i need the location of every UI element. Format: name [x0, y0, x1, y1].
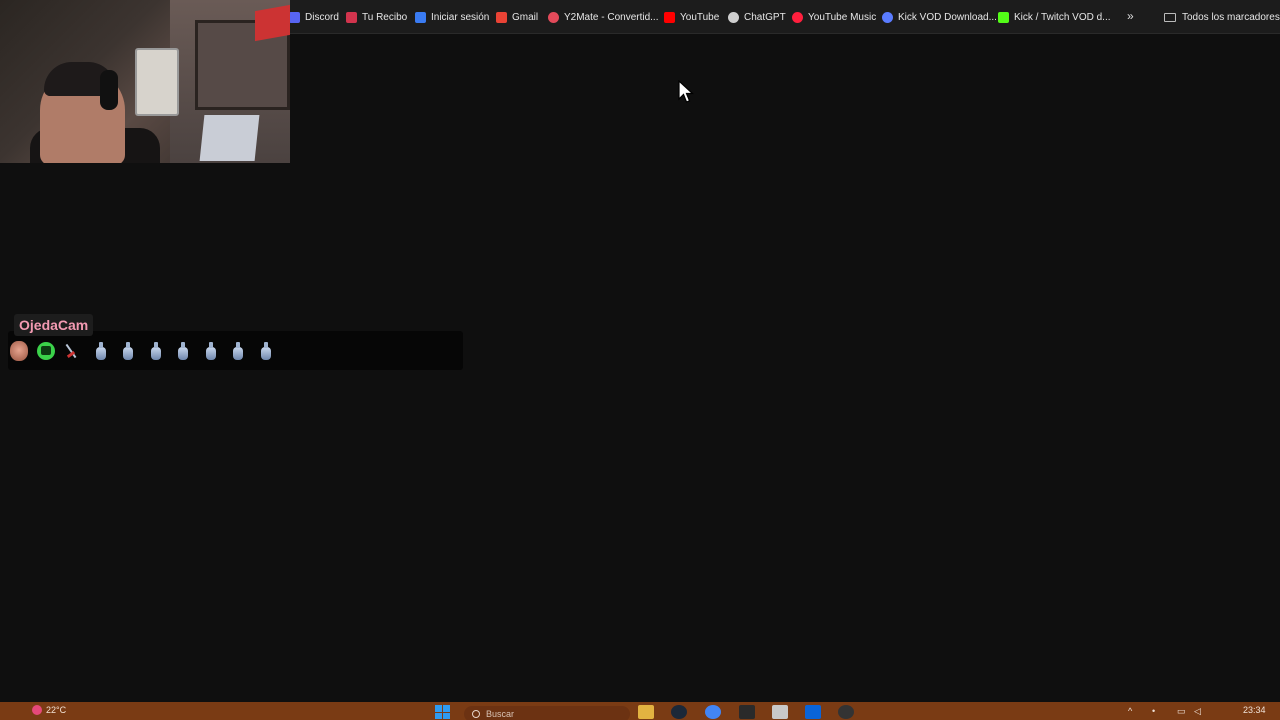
windows-logo-icon [443, 705, 450, 712]
tray-chevron-icon[interactable]: ^ [1128, 706, 1132, 716]
emote-face-icon [10, 341, 28, 361]
chatgpt-icon [728, 11, 739, 23]
bookmark-label: ChatGPT [744, 11, 786, 23]
search-placeholder: Buscar [486, 709, 515, 719]
emote-bottle-icon [204, 341, 218, 361]
emote-green-face-icon [37, 342, 55, 360]
bookmark-kick-vod[interactable]: Kick VOD Download... [882, 9, 997, 25]
all-bookmarks-button[interactable]: Todos los marcadores [1164, 9, 1280, 25]
bookmark-label: YouTube Music [808, 11, 877, 23]
gmail-icon [496, 11, 507, 23]
webcam-box [199, 115, 260, 161]
kick-twitch-icon [998, 11, 1009, 23]
search-icon [472, 710, 480, 718]
bookmark-kick-twitch[interactable]: Kick / Twitch VOD d... [998, 9, 1111, 25]
emote-bottle-icon [149, 341, 163, 361]
volume-icon[interactable]: ◁ [1194, 706, 1201, 717]
bookmark-label: YouTube [680, 11, 720, 23]
app-icon[interactable] [838, 705, 854, 719]
webcam-feed [0, 0, 290, 163]
bookmark-chatgpt[interactable]: ChatGPT [728, 9, 786, 25]
y2mate-icon [548, 11, 559, 23]
emote-bottle-icon [121, 341, 135, 361]
webcam-note [135, 48, 179, 116]
file-explorer-icon[interactable] [638, 705, 654, 719]
taskbar: 22°C Buscar ^ • ▭ ◁ 23:34 [0, 702, 1280, 720]
webcam-headset [100, 70, 118, 110]
tu-recibo-icon [346, 11, 357, 23]
windows-logo-icon [443, 712, 450, 719]
bookmark-tu-recibo[interactable]: Tu Recibo [346, 9, 407, 25]
bookmark-label: Y2Mate - Convertid... [564, 11, 659, 23]
bookmark-label: Kick / Twitch VOD d... [1014, 11, 1111, 23]
bookmark-label: Kick VOD Download... [898, 11, 997, 23]
folder-icon [1164, 12, 1176, 22]
emote-bottle-icon [94, 341, 108, 361]
bookmark-label: Iniciar sesión [431, 11, 490, 23]
taskbar-search[interactable]: Buscar [464, 706, 630, 720]
weather-icon [32, 705, 42, 715]
chrome-icon[interactable] [705, 705, 721, 719]
windows-logo-icon [435, 705, 442, 712]
more-bookmarks-button[interactable]: » [1127, 9, 1134, 23]
tray-notification-icon[interactable]: • [1152, 706, 1155, 716]
bookmark-label: Discord [305, 11, 339, 23]
bookmark-gmail[interactable]: Gmail [496, 9, 538, 25]
emote-bottle-icon [231, 341, 245, 361]
taskbar-clock[interactable]: 23:34 [1243, 705, 1266, 715]
bookmark-youtube-music[interactable]: YouTube Music [792, 9, 876, 25]
weather-temperature: 22°C [46, 705, 67, 715]
emote-bottle-icon [176, 341, 190, 361]
bookmark-label: Tu Recibo [362, 11, 408, 23]
start-button[interactable] [435, 705, 451, 719]
emote-sword-icon [64, 341, 78, 361]
all-bookmarks-label: Todos los marcadores [1182, 11, 1280, 23]
chat-username: OjedaCam [14, 314, 94, 336]
login-icon [415, 11, 426, 23]
discord-icon [289, 11, 300, 23]
youtube-music-icon [792, 11, 803, 23]
bookmark-y2mate[interactable]: Y2Mate - Convertid... [548, 9, 658, 25]
mouse-cursor-icon [678, 80, 694, 103]
bookmark-label: Gmail [512, 11, 539, 23]
epic-games-icon[interactable] [739, 705, 755, 719]
windows-logo-icon [435, 712, 442, 719]
network-icon[interactable]: ▭ [1177, 706, 1186, 717]
bookmark-discord[interactable]: Discord [289, 9, 339, 25]
emote-bottle-icon [259, 341, 273, 361]
weather-widget[interactable]: 22°C [32, 705, 66, 715]
xbox-icon[interactable] [772, 705, 788, 719]
steam-icon[interactable] [671, 705, 687, 719]
kick-vod-icon [882, 11, 893, 23]
outlook-icon[interactable] [805, 705, 821, 719]
bookmark-iniciar-sesion[interactable]: Iniciar sesión [415, 9, 489, 25]
screen: Discord Tu Recibo Iniciar sesión Gmail Y… [0, 0, 1280, 720]
youtube-icon [664, 11, 675, 23]
bookmark-youtube[interactable]: YouTube [664, 9, 719, 25]
webcam-red-object [255, 4, 290, 42]
